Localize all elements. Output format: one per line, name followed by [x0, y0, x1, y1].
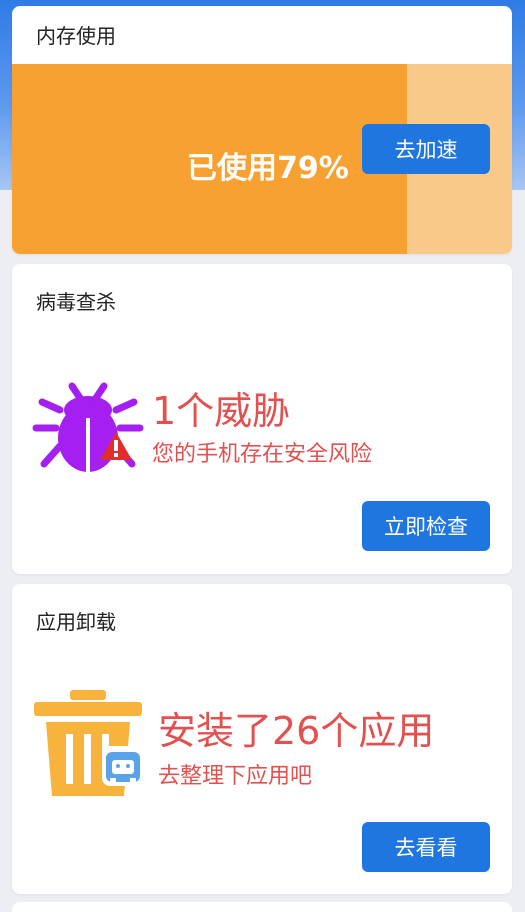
view-apps-button[interactable]: 去看看	[362, 822, 490, 872]
threat-count: 1个威胁	[152, 389, 291, 433]
app-cleanup-hint: 去整理下应用吧	[158, 764, 313, 789]
threat-description: 您的手机存在安全风险	[152, 442, 373, 467]
virus-scan-card: 病毒查杀 1个威胁 您的手机存在安全风险 立即检查	[12, 264, 512, 574]
app-uninstall-card: 应用卸载 安装了26个应用 去整理下应用吧 去看看	[12, 584, 512, 894]
next-card-edge	[12, 902, 512, 912]
app-card-title: 应用卸载	[36, 610, 116, 634]
memory-card-title: 内存使用	[36, 24, 116, 48]
installed-app-count: 安装了26个应用	[158, 709, 435, 753]
virus-card-title: 病毒查杀	[36, 290, 116, 314]
memory-usage-card: 内存使用 已使用79% 去加速	[12, 6, 512, 254]
trash-icon	[34, 690, 144, 796]
bug-icon	[32, 382, 144, 472]
speed-up-button[interactable]: 去加速	[362, 124, 490, 174]
check-now-button[interactable]: 立即检查	[362, 501, 490, 551]
memory-usage-text: 已使用79%	[187, 151, 349, 186]
